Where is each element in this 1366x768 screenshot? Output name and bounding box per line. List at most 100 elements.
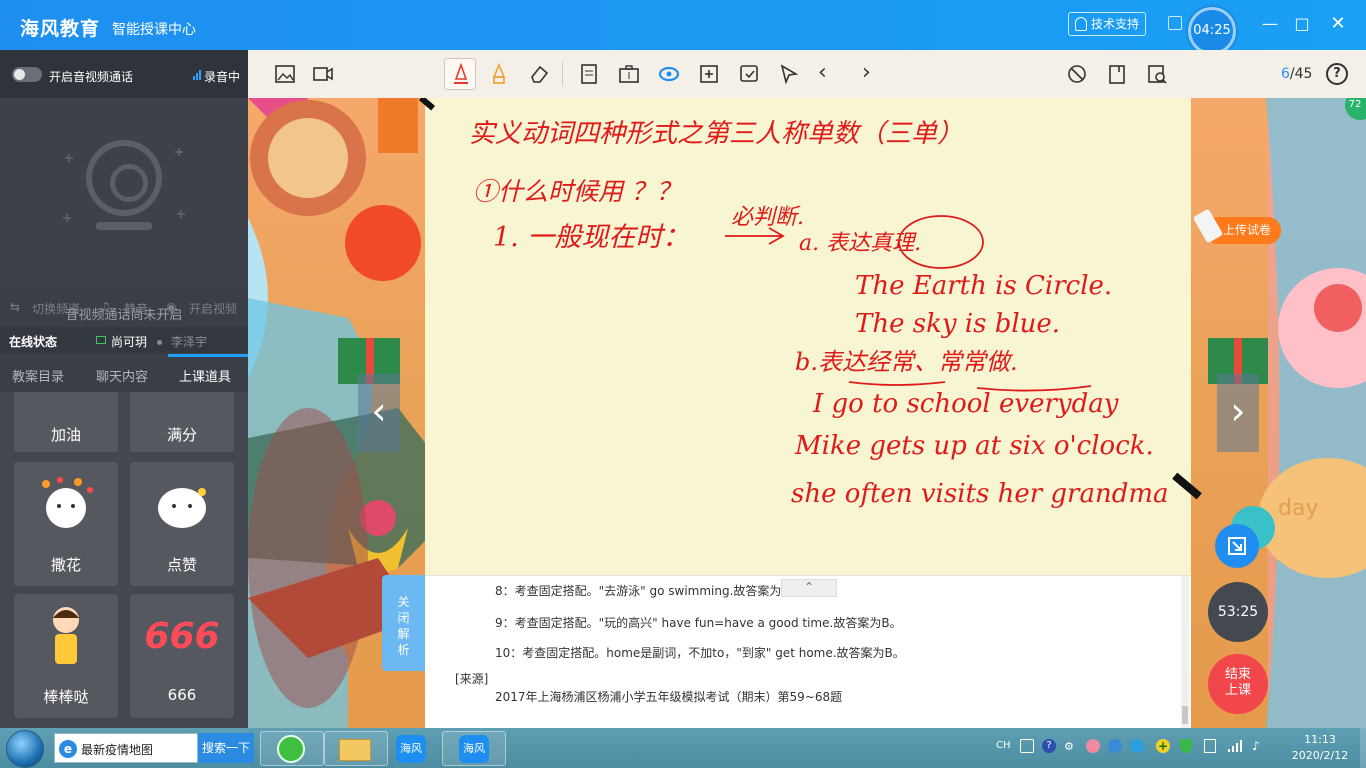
taskbar-app-explorer[interactable] (324, 731, 388, 766)
page-total: /45 (1289, 66, 1313, 82)
start-button[interactable] (6, 730, 44, 768)
signal-icon[interactable] (1228, 740, 1242, 752)
highlighter-icon[interactable] (488, 63, 510, 85)
bookmark-icon[interactable] (1106, 63, 1128, 85)
prev-page-arrow[interactable]: ‹ (358, 374, 400, 452)
tool-full-score[interactable]: 满分 (130, 392, 234, 452)
taskbar-search-input[interactable]: e 最新疫情地图 (54, 733, 198, 763)
av-controls: ⇆ 切换频道 ♫ 静音 ◉ 开启视频 (0, 294, 248, 322)
volume-icon[interactable]: ♪ (1252, 739, 1260, 753)
class-timer: 53:25 (1208, 582, 1268, 642)
hw-underline-1 (848, 381, 946, 386)
haifeng-app-icon: 海风 (396, 735, 426, 763)
pointer-icon[interactable] (778, 63, 800, 85)
flower-tray-icon[interactable] (1086, 739, 1100, 753)
source-label: [来源] (455, 672, 489, 686)
ime-indicator[interactable]: CH (996, 740, 1011, 751)
add-page-icon[interactable] (698, 63, 720, 85)
tool-like[interactable]: 点赞 (130, 462, 234, 586)
maximize-button[interactable]: □ (1292, 14, 1312, 34)
expand-icon (1228, 537, 1246, 555)
show-desktop-button[interactable] (1360, 728, 1366, 768)
folder-icon (339, 739, 371, 761)
tab-lesson-catalog[interactable]: 教案目录 (12, 366, 64, 385)
hw-line-3: 必判断. (731, 205, 804, 230)
taskbar-clock[interactable]: 11:13 2020/2/12 (1282, 732, 1358, 764)
open-video-button[interactable]: 开启视频 (189, 300, 237, 317)
666-art: 666 (144, 616, 220, 657)
minimize-button[interactable]: — (1260, 14, 1280, 34)
tool-like-label: 点赞 (166, 556, 197, 574)
help-tray-icon[interactable]: ? (1042, 739, 1056, 753)
network-app-icon[interactable] (1108, 739, 1122, 753)
active-tab-indicator (168, 354, 248, 357)
recording-label: 录音中 (204, 70, 241, 84)
eye-icon[interactable] (658, 63, 680, 85)
confetti-cat-icon (42, 477, 93, 528)
upload-paper-button[interactable]: 上传试卷 (1192, 208, 1281, 244)
panel-tabs: 教案目录 聊天内容 上课道具 (0, 356, 248, 392)
close-button[interactable]: ✕ (1328, 14, 1348, 34)
tool-cheer[interactable]: 加油 (14, 392, 118, 452)
feather-tray-icon[interactable] (1130, 739, 1144, 753)
fullscreen-button[interactable] (1215, 524, 1259, 568)
check-page-icon[interactable] (738, 63, 760, 85)
av-bar: 开启音视频通话 录音中 (0, 50, 248, 98)
taskbar-app-haifeng-1[interactable]: 海风 (380, 731, 444, 766)
help-icon[interactable]: ? (1326, 63, 1348, 85)
next-icon[interactable]: › (862, 60, 871, 85)
page-current: 6 (1281, 66, 1290, 82)
offline-user: 李泽宇 (171, 335, 208, 349)
session-timer-badge: 04:25 (1188, 7, 1236, 55)
tab-chat[interactable]: 聊天内容 (96, 366, 148, 385)
hw-line-10: she often visits her grandma (791, 479, 1169, 509)
eraser-icon[interactable] (528, 63, 550, 85)
hw-line-1: ①什么时候用 ？？ (473, 177, 681, 206)
boy-thumbs-up-icon (53, 607, 79, 664)
av-toggle-label: 开启音视频通话 (49, 70, 134, 84)
analysis-line-10: 10：考查固定搭配。home是副词，不加to，"到家" get home.故答案… (495, 646, 905, 660)
tab-class-tools[interactable]: 上课道具 (179, 366, 231, 385)
video-icon: ◉ (166, 300, 177, 314)
hw-line-6: The sky is blue. (855, 309, 1060, 339)
search-button[interactable]: 搜索一下 (198, 733, 254, 763)
tech-support-label: 技术支持 (1090, 17, 1139, 31)
tool-great[interactable]: 棒棒哒 (14, 594, 118, 718)
hw-line-9: Mike gets up at six o'clock. (794, 431, 1154, 461)
keyboard-icon[interactable] (1020, 739, 1034, 753)
settings-tray-icon[interactable]: ⚙ (1064, 740, 1074, 753)
classroom-stage: 72 day 实义动词四种形式之第三人称单数（三单） ①什么时候用 ？？ 1. … (248, 98, 1366, 728)
collapse-icon[interactable]: ⌃ (781, 579, 837, 597)
analysis-scrollbar[interactable] (1181, 576, 1189, 728)
prev-icon[interactable]: ‹ (818, 60, 827, 85)
shield-tray-icon[interactable] (1180, 739, 1192, 753)
taskbar-app-haifeng-2[interactable]: 海风 (442, 731, 506, 766)
tech-support-button[interactable]: 技术支持 (1068, 12, 1146, 36)
upload-paper-label: 上传试卷 (1223, 223, 1272, 237)
end-class-button[interactable]: 结束上课 (1208, 654, 1268, 714)
edit-icon[interactable] (1168, 16, 1182, 30)
hw-line-0: 实义动词四种形式之第三人称单数（三单） (469, 119, 963, 149)
video-icon[interactable] (312, 63, 334, 85)
image-icon[interactable] (274, 63, 296, 85)
tool-confetti[interactable]: 撒花 (14, 462, 118, 586)
app-logo: 海风教育 (20, 18, 101, 40)
mute-button[interactable]: 静音 (124, 300, 148, 317)
av-toggle[interactable] (12, 67, 42, 82)
offline-dot (157, 340, 162, 345)
device-tray-icon[interactable] (1204, 739, 1216, 753)
toolbox-icon[interactable] (618, 63, 640, 85)
pen-tool-active[interactable] (444, 58, 476, 90)
document-icon[interactable] (578, 63, 600, 85)
tool-666[interactable]: 666 666 (130, 594, 234, 718)
close-analysis-button[interactable]: 关闭解析 (382, 575, 425, 671)
search-page-icon[interactable] (1146, 63, 1168, 85)
left-panel: 开启音视频通话 录音中 音视频通话尚未开启 ⇆ 切换频道 ♫ 静音 ◉ 开启视频… (0, 50, 248, 728)
mute-sound-icon[interactable] (1066, 63, 1088, 85)
add-tray-icon[interactable]: + (1156, 739, 1170, 753)
switch-channel-button[interactable]: 切换频道 (32, 300, 80, 317)
title-bar: 海风教育 智能授课中心 技术支持 04:25 — □ ✕ (0, 0, 1366, 55)
taskbar-app-browser[interactable] (260, 731, 324, 766)
whiteboard[interactable]: 实义动词四种形式之第三人称单数（三单） ①什么时候用 ？？ 1. 一般现在时： … (418, 98, 1202, 575)
next-page-arrow[interactable]: › (1217, 374, 1259, 452)
